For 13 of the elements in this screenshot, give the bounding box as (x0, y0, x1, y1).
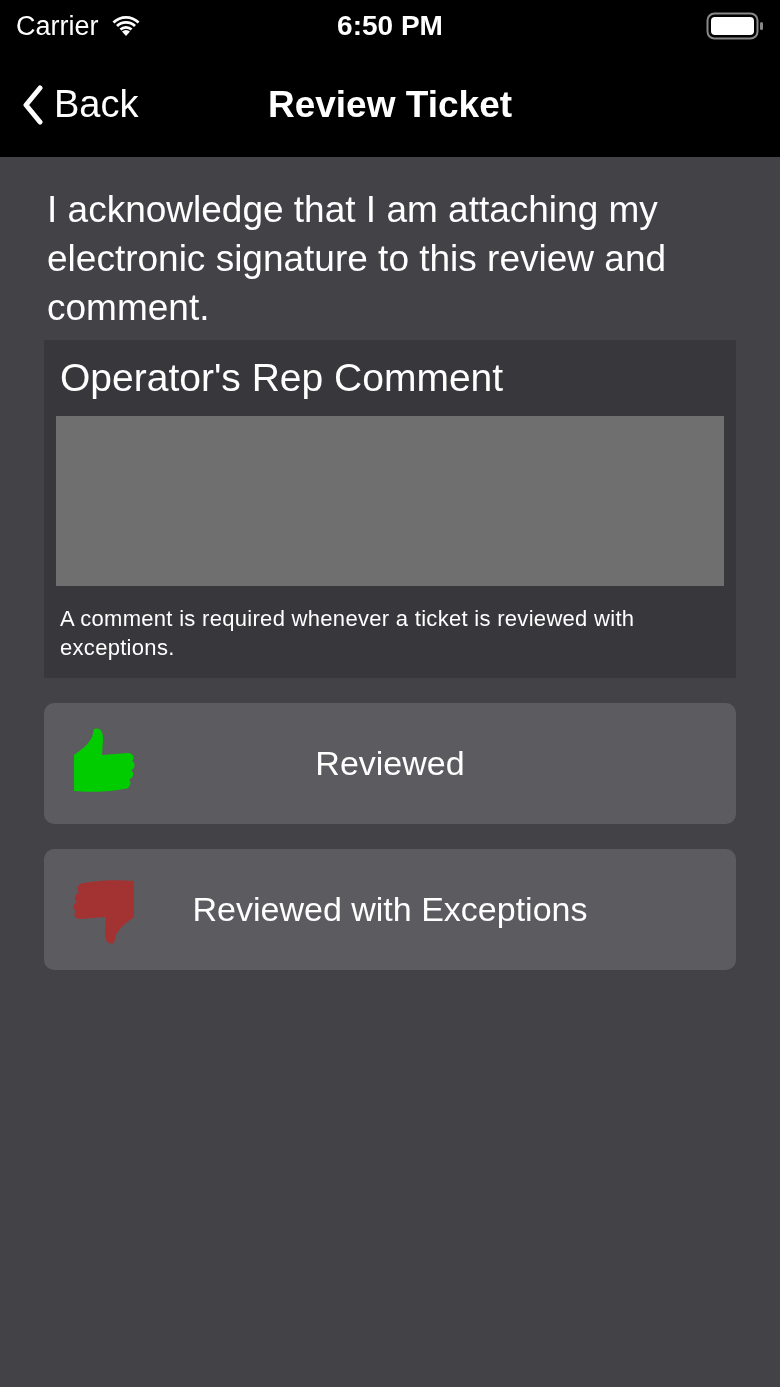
wifi-icon (110, 15, 141, 37)
review-button[interactable]: Reviewed (44, 703, 736, 824)
back-button[interactable]: Back (0, 74, 139, 135)
helper-text: A comment is required whenever a ticket is reviewed with exceptions. (59, 605, 636, 662)
screen-title: Review Ticket (267, 83, 513, 126)
comment-title: Operator's Rep Comment (59, 355, 505, 401)
comment-field[interactable] (56, 416, 724, 586)
battery-icon (706, 12, 764, 40)
chevron-left-icon (22, 84, 44, 125)
carrier-label: Carrier (16, 10, 99, 42)
status-time: 6:50 PM (337, 10, 443, 42)
review-button[interactable]: Reviewed with Exceptions (44, 849, 736, 970)
acknowledgement-text: I acknowledge that I am attaching my electronic signature to this review and comment. (47, 188, 668, 330)
